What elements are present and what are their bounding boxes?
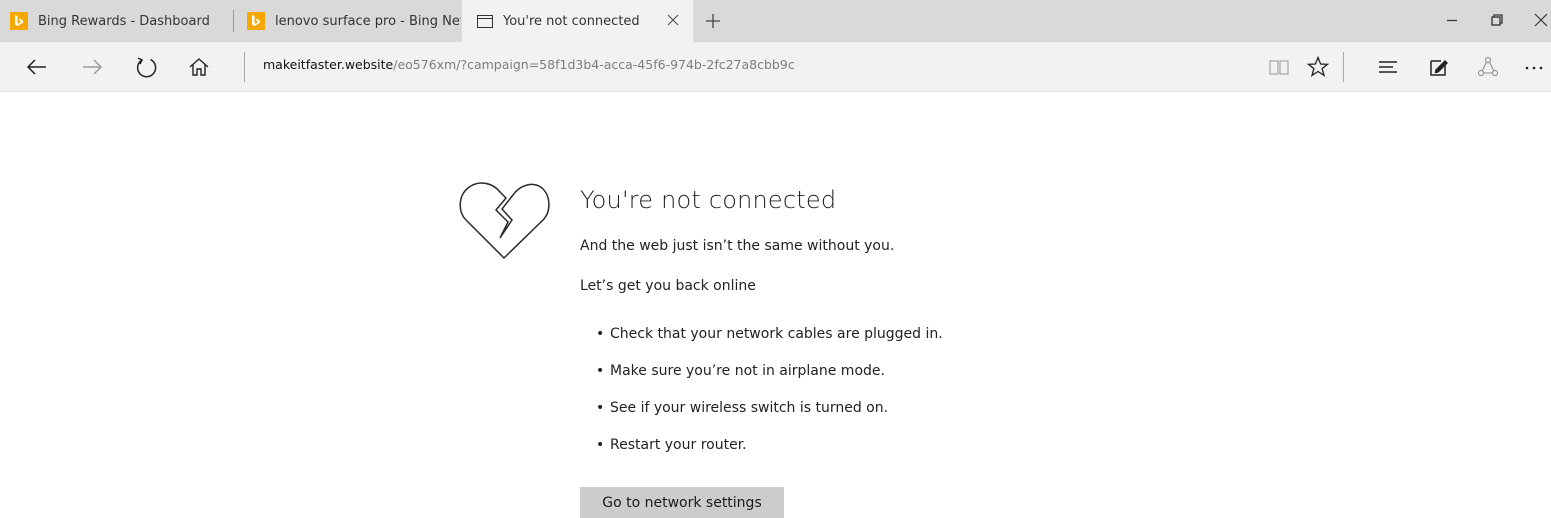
page-icon bbox=[477, 14, 493, 28]
new-tab-icon[interactable] bbox=[703, 11, 723, 31]
page-content: You're not connected And the web just is… bbox=[0, 92, 1551, 518]
refresh-icon[interactable] bbox=[133, 54, 159, 80]
forward-icon[interactable] bbox=[79, 54, 105, 80]
toolbar-separator bbox=[1343, 52, 1344, 82]
bing-icon bbox=[10, 12, 28, 30]
tab-bing-rewards[interactable]: Bing Rewards - Dashboard bbox=[0, 0, 229, 42]
reading-view-icon[interactable] bbox=[1266, 54, 1292, 80]
tab-label: Bing Rewards - Dashboard bbox=[38, 13, 210, 29]
web-note-icon[interactable] bbox=[1426, 54, 1452, 80]
tab-bing-news[interactable]: lenovo surface pro - Bing News bbox=[233, 0, 461, 42]
list-item: Make sure you’re not in airplane mode. bbox=[596, 361, 943, 398]
close-window-icon[interactable] bbox=[1529, 8, 1551, 32]
tips-list: Check that your network cables are plugg… bbox=[596, 324, 943, 472]
list-item: See if your wireless switch is turned on… bbox=[596, 398, 943, 435]
more-icon[interactable] bbox=[1522, 54, 1548, 80]
address-domain: makeitfaster.website bbox=[263, 57, 394, 72]
page-title: You're not connected bbox=[580, 186, 837, 214]
network-settings-button[interactable]: Go to network settings bbox=[580, 487, 784, 518]
address-toolbar: makeitfaster.website/eo576xm/?campaign=5… bbox=[0, 42, 1551, 92]
tab-not-connected[interactable]: You're not connected bbox=[462, 0, 693, 42]
minimize-icon[interactable] bbox=[1440, 8, 1464, 32]
hub-icon[interactable] bbox=[1375, 54, 1401, 80]
tab-label: lenovo surface pro - Bing News bbox=[275, 13, 461, 29]
share-icon[interactable] bbox=[1475, 54, 1501, 80]
home-icon[interactable] bbox=[186, 54, 212, 80]
address-path: /eo576xm/?campaign=58f1d3b4-acca-45f6-97… bbox=[393, 57, 795, 72]
tab-label: You're not connected bbox=[503, 13, 640, 29]
favorite-star-icon[interactable] bbox=[1305, 54, 1331, 80]
address-bar[interactable]: makeitfaster.website/eo576xm/?campaign=5… bbox=[263, 57, 795, 72]
list-item: Restart your router. bbox=[596, 435, 943, 472]
broken-heart-icon bbox=[459, 182, 550, 260]
error-subtitle: And the web just isn’t the same without … bbox=[580, 238, 895, 254]
bing-icon bbox=[247, 12, 265, 30]
tab-strip: Bing Rewards - Dashboard lenovo surface … bbox=[0, 0, 1551, 42]
restore-icon[interactable] bbox=[1485, 8, 1509, 32]
list-item: Check that your network cables are plugg… bbox=[596, 324, 943, 361]
close-tab-icon[interactable] bbox=[665, 12, 681, 28]
back-icon[interactable] bbox=[24, 54, 50, 80]
toolbar-separator bbox=[244, 52, 245, 82]
error-prompt: Let’s get you back online bbox=[580, 278, 756, 294]
